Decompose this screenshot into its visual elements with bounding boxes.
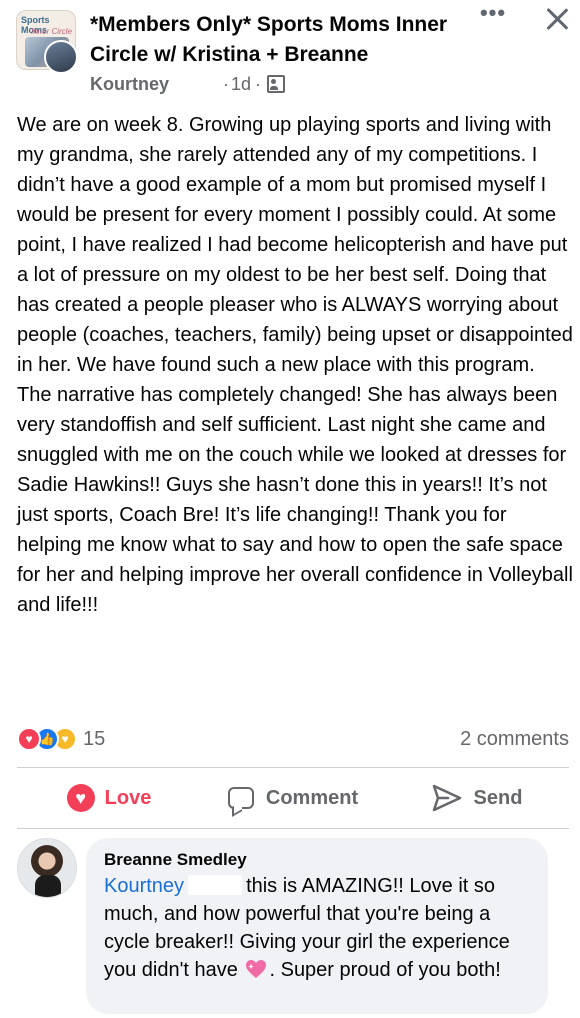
redacted-mention: [188, 875, 243, 895]
close-button[interactable]: [542, 4, 572, 34]
comment-text-part2: . Super proud of you both!: [269, 959, 501, 981]
meta-separator: ·: [255, 73, 262, 94]
comment-label: Comment: [265, 786, 359, 809]
comment-button[interactable]: Comment: [201, 768, 385, 828]
send-button[interactable]: Send: [385, 768, 569, 828]
love-label: Love: [104, 786, 152, 809]
divider: [17, 828, 569, 829]
reaction-count[interactable]: 15: [83, 728, 105, 751]
sparkling-heart-icon: [246, 960, 267, 978]
author-avatar[interactable]: [44, 40, 78, 74]
commenter-avatar[interactable]: [17, 838, 77, 898]
post-meta: Kourtney · 1d ·: [90, 72, 286, 96]
group-name-link[interactable]: *Members Only* Sports Moms Inner Circle …: [90, 10, 470, 70]
post-action-bar: Love Comment Send: [17, 768, 569, 828]
comment-text: Kourtney this is AMAZING!! Love it so muc…: [104, 872, 534, 984]
comment-icon: [227, 787, 254, 809]
more-options-icon: •••: [479, 0, 507, 25]
love-button[interactable]: Love: [17, 768, 201, 828]
group-privacy-icon: [267, 75, 286, 93]
author-name-link[interactable]: Kourtney: [90, 74, 169, 95]
post-text: We are on week 8. Growing up playing spo…: [17, 114, 573, 616]
post-timestamp[interactable]: 1d: [231, 74, 251, 95]
send-label: Send: [473, 786, 523, 809]
group-avatar-subtitle: Inner Circle: [31, 27, 72, 36]
heart-icon: [66, 784, 95, 812]
meta-separator: ·: [223, 73, 230, 94]
more-options-button[interactable]: •••: [476, 2, 510, 30]
post-header: Sports Moms Inner Circle *Members Only* …: [0, 0, 580, 110]
reaction-summary: ♥ 👍 ♥ 15 2 comments: [17, 724, 569, 754]
send-icon: [432, 784, 461, 812]
mention-link[interactable]: Kourtney: [104, 875, 184, 897]
comment-author-link[interactable]: Breanne Smedley: [104, 850, 247, 870]
love-reaction-icon: ♥: [17, 727, 41, 751]
reaction-icons[interactable]: ♥ 👍 ♥: [17, 726, 77, 752]
comments-count-link[interactable]: 2 comments: [460, 728, 569, 751]
